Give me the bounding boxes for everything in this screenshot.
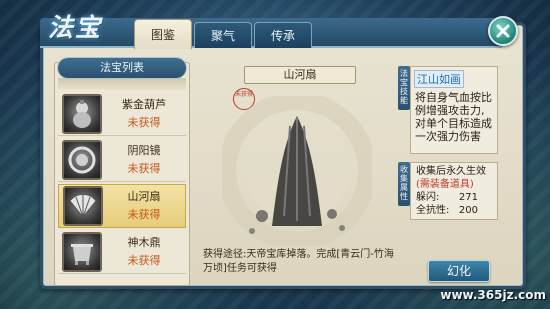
list-item-mirror[interactable]: 阴阳镜 未获得 (58, 138, 186, 182)
skill-panel: 江山如画 将自身气血按比例增强攻击力,对单个目标造成一次强力伤害 (410, 66, 498, 154)
window-title: 法宝 (48, 13, 103, 42)
list-scroll-edge (58, 78, 186, 90)
treasure-title: 山河扇 (244, 66, 356, 84)
list-item-fan[interactable]: 山河扇 未获得 (58, 184, 186, 228)
list-item-status: 未获得 (127, 115, 161, 129)
list-item-gourd[interactable]: 紫金葫芦 未获得 (58, 92, 186, 136)
gourd-icon (62, 93, 102, 134)
list-item-name: 神木鼎 (127, 235, 161, 249)
transform-button[interactable]: 幻化 (428, 260, 490, 282)
tab-inheritance[interactable]: 传承 (254, 22, 312, 48)
list-item-status: 未获得 (127, 208, 161, 221)
tab-gather-qi[interactable]: 聚气 (194, 22, 252, 48)
list-item-name: 阴阳镜 (127, 143, 161, 157)
collect-note: (需装备道具) (416, 179, 474, 190)
fan-artwork (222, 96, 372, 246)
skill-section-tag: 法宝技能 (398, 66, 410, 110)
list-item-cauldron[interactable]: 神木鼎 未获得 (58, 230, 186, 274)
stat-value: 271 (458, 192, 478, 203)
stat-row-resist: 全抗性: 200 (416, 204, 492, 217)
list-item-status: 未获得 (127, 253, 161, 267)
collect-title: 收集后永久生效 (416, 166, 486, 177)
close-button[interactable] (488, 16, 518, 46)
stat-label: 躲闪: (416, 192, 440, 203)
stat-value: 200 (458, 205, 478, 216)
site-watermark: www.365jz.com (440, 288, 546, 302)
treasure-list-title: 法宝列表 (58, 58, 186, 78)
close-icon (496, 24, 510, 38)
mirror-icon (62, 139, 102, 180)
stat-label: 全抗性: (416, 205, 450, 216)
acquire-description: 获得途径:天帝宝库掉落。完成[青云门-竹海万顷]任务可获得 (203, 249, 394, 274)
skill-name: 江山如画 (414, 70, 464, 88)
cauldron-icon (62, 231, 102, 272)
tab-atlas[interactable]: 图鉴 (134, 19, 192, 49)
list-item-name: 山河扇 (127, 190, 161, 203)
list-item-status: 未获得 (127, 161, 161, 175)
skill-description: 将自身气血按比例增强攻击力,对单个目标造成一次强力伤害 (415, 91, 492, 143)
stat-row-dodge: 躲闪: 271 (416, 191, 492, 204)
collect-section-tag: 收集属性 (398, 162, 410, 206)
collect-attributes-panel: 收集后永久生效 (需装备道具) 躲闪: 271 全抗性: 200 (410, 162, 498, 220)
list-item-name: 紫金葫芦 (122, 97, 166, 111)
fan-icon (63, 186, 103, 226)
